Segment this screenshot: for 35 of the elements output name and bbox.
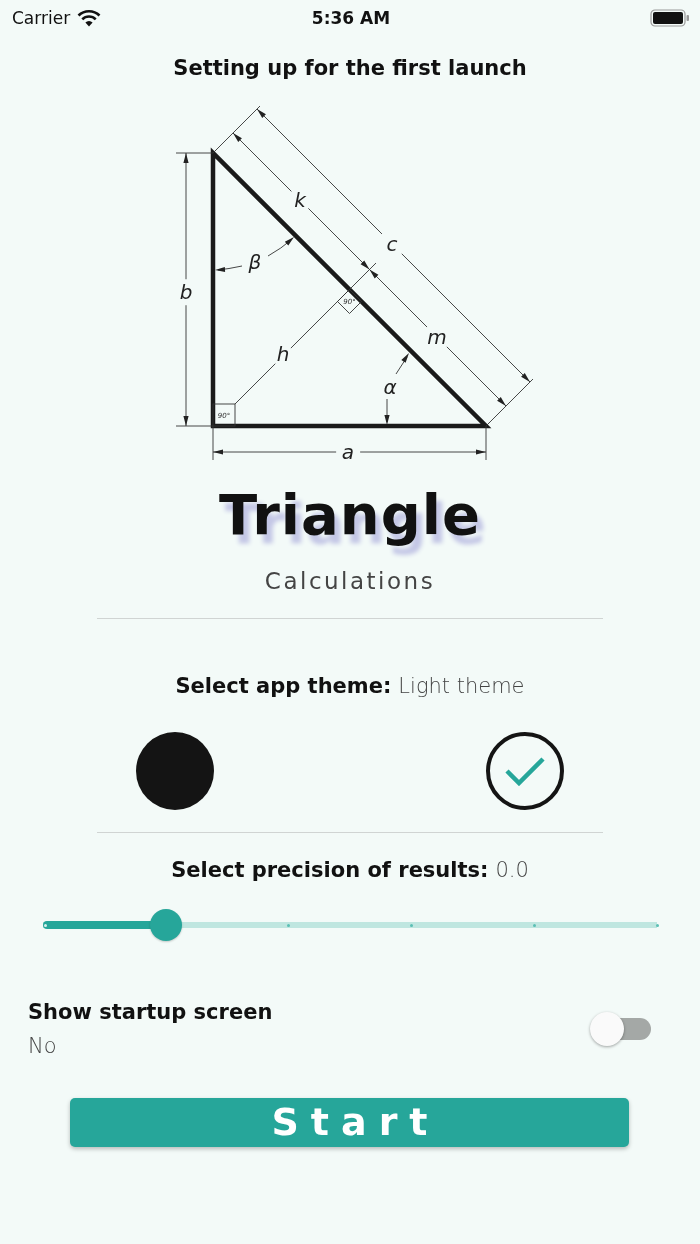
side-label: c <box>386 232 398 256</box>
check-icon <box>505 756 545 786</box>
startup-value: No <box>28 1033 57 1059</box>
startup-toggle[interactable] <box>590 1011 651 1047</box>
side-label: b <box>179 280 193 304</box>
theme-label: Select app theme: <box>175 673 392 699</box>
battery-icon <box>650 9 690 27</box>
theme-option[interactable] <box>486 732 564 810</box>
height-label: h <box>276 342 290 366</box>
start-button[interactable]: Start <box>70 1098 629 1147</box>
carrier-label: Carrier <box>12 8 71 28</box>
time-label: 5:36 AM <box>311 8 391 28</box>
step-dot-icon <box>287 923 291 927</box>
step-dot-icon <box>532 923 536 927</box>
right-angle-mark <box>337 289 362 314</box>
wifi-icon <box>77 9 102 27</box>
step-dot-icon <box>655 923 659 927</box>
startup-label: Show startup screen <box>28 999 273 1025</box>
right-angle-mark <box>212 403 236 427</box>
step-dot-icon <box>44 923 47 927</box>
precision-label: Select precision of results: <box>171 857 489 883</box>
step-dot-icon <box>409 923 413 927</box>
precision-value: 0.0 <box>495 857 529 883</box>
segment-label: k <box>294 188 306 212</box>
slider-thumb[interactable] <box>149 909 182 941</box>
segment-label: m <box>427 325 447 349</box>
page-title: Setting up for the first launch <box>173 55 527 81</box>
angle-label: α <box>383 375 397 399</box>
angle-label: β <box>248 250 262 274</box>
theme-value: Light theme <box>398 673 525 699</box>
side-label: a <box>341 440 355 464</box>
app-subtitle: Calculations <box>264 567 436 595</box>
app-name: Triangle <box>219 485 481 545</box>
extension-line <box>349 262 377 290</box>
angle-arrow <box>384 353 409 425</box>
